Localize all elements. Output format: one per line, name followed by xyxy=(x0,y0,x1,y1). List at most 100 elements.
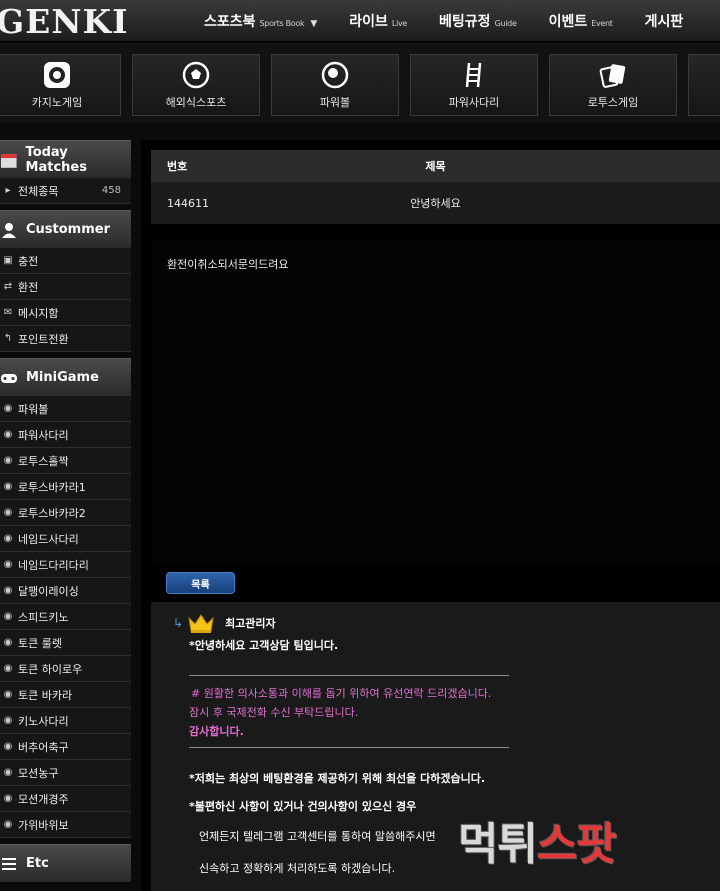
sidebar-item-point-convert[interactable]: ↰ 포인트전환 xyxy=(0,326,131,352)
gamepad-icon: ◉ xyxy=(3,819,13,830)
gamepad-icon: ◉ xyxy=(3,637,13,648)
table-row: 144611 안녕하세요 xyxy=(151,182,720,224)
reply-paragraph-3: 언제든지 텔레그램 고객센터를 통하여 말씀해주시면 xyxy=(199,830,436,843)
reply-notice-1: # 원활한 의사소통과 이해를 돕기 위하여 유선연락 드리겠습니다. xyxy=(191,687,492,700)
ladder-icon xyxy=(465,62,482,88)
sidebar-item-minigame[interactable]: ◉ 로투스바카라2 xyxy=(0,500,131,526)
post-content: 환전이취소되서문의드려요 xyxy=(151,240,720,564)
sidebar-item-minigame[interactable]: ◉ 네임드사다리 xyxy=(0,526,131,552)
game-tile-sports[interactable]: 해외식스포츠 xyxy=(132,54,260,116)
divider xyxy=(189,747,509,748)
sidebar-header-minigame: MiniGame xyxy=(0,358,131,396)
reply-author: 최고관리자 xyxy=(225,617,276,630)
gamepad-icon: ◉ xyxy=(3,767,13,778)
sidebar-item-deposit[interactable]: ▣ 충전 xyxy=(0,248,131,274)
calendar-icon xyxy=(0,153,17,168)
arrow-right-icon: ▸ xyxy=(5,185,11,196)
gamepad-icon: ◉ xyxy=(3,455,13,466)
site-logo[interactable]: GENKI xyxy=(0,2,129,41)
sidebar-item-minigame[interactable]: ◉ 네임드다리다리 xyxy=(0,552,131,578)
user-icon xyxy=(2,222,16,238)
nav-sportsbook[interactable]: 스포츠북 Sports Book ▼ xyxy=(204,11,317,31)
game-category-bar: 카지노게임 해외식스포츠 파워볼 파워사다리 로투스게임 xyxy=(0,43,720,123)
reply-arrow-icon: ↳ xyxy=(173,616,184,630)
sidebar-item-minigame[interactable]: ◉ 로투스바카라1 xyxy=(0,474,131,500)
nav-event[interactable]: 이벤트 Event xyxy=(549,11,613,31)
reply-notice-2: 잠시 후 국제전화 수신 부탁드립니다. xyxy=(189,706,359,719)
sidebar-item-all-sports[interactable]: ▸ 전체종목 458 xyxy=(0,178,131,204)
divider xyxy=(189,675,509,676)
game-tile-lotus[interactable]: 로투스게임 xyxy=(549,54,677,116)
gamepad-icon: ◉ xyxy=(3,429,13,440)
sidebar-item-withdraw[interactable]: ⇄ 환전 xyxy=(0,274,131,300)
wallet-icon: ▣ xyxy=(3,255,13,266)
nav-board[interactable]: 게시판 xyxy=(645,11,684,31)
post-number: 144611 xyxy=(167,196,209,210)
sidebar-item-messages[interactable]: ✉ 메시지함 xyxy=(0,300,131,326)
sidebar-item-minigame[interactable]: ◉ 버추어축구 xyxy=(0,734,131,760)
game-tile-casino[interactable]: 카지노게임 xyxy=(0,54,121,116)
gamepad-icon: ◉ xyxy=(3,507,13,518)
sidebar-header-etc: Etc xyxy=(0,844,131,882)
game-tile-ladder[interactable]: 파워사다리 xyxy=(410,54,538,116)
sidebar-item-minigame[interactable]: ◉ 파워볼 xyxy=(0,396,131,422)
sidebar-item-minigame[interactable]: ◉ 가위바위보 xyxy=(0,812,131,838)
reply-paragraph-1: *저희는 최상의 베팅환경을 제공하기 위해 최선을 다하겠습니다. xyxy=(189,772,486,785)
gamepad-icon: ◉ xyxy=(3,403,13,414)
list-button[interactable]: 목록 xyxy=(166,572,235,594)
column-number: 번호 xyxy=(167,160,188,173)
gamepad-icon: ◉ xyxy=(3,533,13,544)
minigame-list: ◉ 파워볼 ◉ 파워사다리 ◉ 로투스홀짝 ◉ 로투스바카라1 ◉ 로투스바카라2 ◉ 네임드사다리 ◉… xyxy=(0,396,131,838)
sidebar-item-minigame[interactable]: ◉ 모션농구 xyxy=(0,760,131,786)
reply-paragraph-2: *불편하신 사항이 있거나 건의사항이 있으신 경우 xyxy=(189,800,417,813)
sidebar-item-minigame[interactable]: ◉ 토큰 하이로우 xyxy=(0,656,131,682)
post-title: 안녕하세요 xyxy=(410,197,461,210)
column-title: 제목 xyxy=(425,160,446,173)
gamepad-icon: ◉ xyxy=(3,689,13,700)
gamepad-icon: ◉ xyxy=(3,793,13,804)
gamepad-icon: ◉ xyxy=(3,715,13,726)
reply-greeting: *안녕하세요 고객상담 팀입니다. xyxy=(189,639,339,652)
board-view: 번호 제목 144611 안녕하세요 환전이취소되서문의드려요 목록 ↳ 최고관… xyxy=(141,140,720,891)
reply-thanks: 감사합니다. xyxy=(189,725,244,738)
nav-guide[interactable]: 베팅규정 Guide xyxy=(439,11,517,31)
gamepad-icon: ◉ xyxy=(3,559,13,570)
game-tile-powerball[interactable]: 파워볼 xyxy=(271,54,399,116)
sidebar-item-minigame[interactable]: ◉ 모션개경주 xyxy=(0,786,131,812)
gamepad-icon xyxy=(1,373,17,383)
gamepad-icon: ◉ xyxy=(3,663,13,674)
admin-reply: ↳ 최고관리자 *안녕하세요 고객상담 팀입니다. # 원활한 의사소통과 이해… xyxy=(151,602,720,891)
sidebar-header-today-matches: Today Matches xyxy=(0,140,131,178)
nav-live[interactable]: 라이브 Live xyxy=(349,11,407,31)
sidebar-item-minigame[interactable]: ◉ 키노사다리 xyxy=(0,708,131,734)
watermark-logo: 먹튀스팟 xyxy=(458,819,617,870)
menu-icon xyxy=(2,857,16,870)
crown-icon xyxy=(188,614,214,633)
playing-cards-icon xyxy=(599,64,626,88)
gamepad-icon: ◉ xyxy=(3,611,13,622)
sidebar-header-customer: Custommer xyxy=(0,210,131,248)
casino-chip-icon xyxy=(44,62,70,88)
game-tile-more[interactable] xyxy=(688,54,720,116)
powerball-icon xyxy=(321,61,349,89)
main-nav: 스포츠북 Sports Book ▼ 라이브 Live 베팅규정 Guide 이벤트 E… xyxy=(204,0,715,41)
sidebar-item-minigame[interactable]: ◉ 달팽이레이싱 xyxy=(0,578,131,604)
sidebar: Today Matches ▸ 전체종목 458 Custommer ▣ 충전 … xyxy=(0,140,131,882)
exchange-icon: ⇄ xyxy=(3,281,13,292)
mail-icon: ✉ xyxy=(3,307,13,318)
reply-paragraph-4: 신속하고 정확하게 처리하도록 하겠습니다. xyxy=(199,862,396,875)
sidebar-item-minigame[interactable]: ◉ 로투스홀짝 xyxy=(0,448,131,474)
chevron-down-icon: ▼ xyxy=(310,19,318,29)
sidebar-item-minigame[interactable]: ◉ 토큰 룰렛 xyxy=(0,630,131,656)
sidebar-item-minigame[interactable]: ◉ 스피드키노 xyxy=(0,604,131,630)
board-table-header: 번호 제목 xyxy=(151,150,720,182)
gamepad-icon: ◉ xyxy=(3,585,13,596)
sidebar-item-minigame[interactable]: ◉ 파워사다리 xyxy=(0,422,131,448)
sidebar-item-minigame[interactable]: ◉ 토큰 바카라 xyxy=(0,682,131,708)
gamepad-icon: ◉ xyxy=(3,741,13,752)
soccer-ball-icon xyxy=(182,61,210,89)
gamepad-icon: ◉ xyxy=(3,481,13,492)
reply-icon: ↰ xyxy=(3,333,13,344)
match-count: 458 xyxy=(101,185,121,196)
top-navigation-bar: GENKI 스포츠북 Sports Book ▼ 라이브 Live 베팅규정 Guid… xyxy=(0,0,720,42)
